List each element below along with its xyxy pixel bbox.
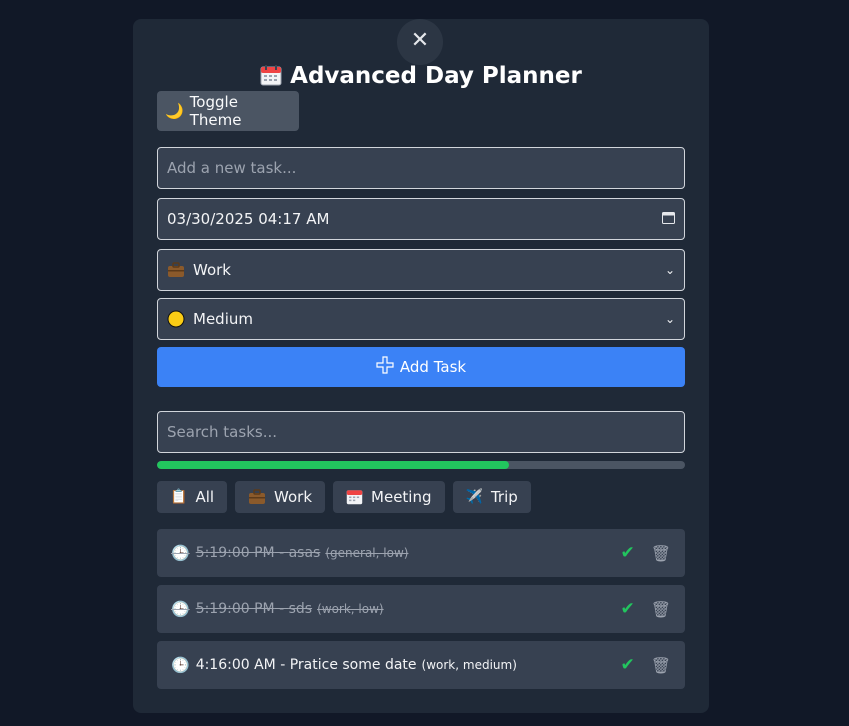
close-button[interactable]: ✕ [397, 19, 443, 65]
page-title: Advanced Day Planner [133, 63, 709, 89]
toggle-theme-button[interactable]: 🌙 Toggle Theme [157, 91, 299, 131]
task-time: 5:19:00 PM [195, 601, 275, 617]
clock-icon: 🕒 [171, 544, 190, 562]
task-input[interactable]: Add a new task... [157, 147, 685, 189]
search-input[interactable]: Search tasks... [157, 411, 685, 453]
task-title: sds [288, 601, 313, 617]
task-title: asas [288, 545, 321, 561]
task-meta: (work, low) [317, 602, 384, 616]
task-item: 🕒 5:19:00 PM - asas (general, low) ✔ 🗑 [157, 529, 685, 577]
task-time: 4:16:00 AM [195, 657, 276, 673]
priority-select[interactable]: Medium ⌄ [157, 298, 685, 340]
airplane-icon: ✈️ [465, 489, 483, 505]
progress-bar [157, 461, 685, 469]
filter-bar: 📋 All Work Meeting ✈️ Trip [157, 481, 531, 513]
chevron-down-icon: ⌄ [664, 263, 675, 277]
check-icon[interactable]: ✔ [620, 543, 634, 563]
task-text: 5:19:00 PM - sds [195, 601, 313, 617]
yellow-circle-icon [167, 310, 185, 328]
filter-label: Trip [490, 488, 518, 506]
task-text: 4:16:00 AM - Pratice some date [195, 657, 417, 673]
task-input-placeholder: Add a new task... [167, 159, 297, 177]
task-item: 🕒 5:19:00 PM - sds (work, low) ✔ 🗑 [157, 585, 685, 633]
add-task-label: Add Task [399, 358, 467, 376]
trash-icon[interactable]: 🗑 [651, 600, 671, 619]
calendar-icon [260, 65, 282, 86]
task-actions: ✔ 🗑 [620, 543, 671, 563]
filter-label: Meeting [371, 488, 432, 506]
briefcase-icon [167, 261, 185, 279]
filter-work-button[interactable]: Work [235, 481, 326, 513]
briefcase-icon [248, 488, 266, 507]
add-task-button[interactable]: Add Task [157, 347, 685, 387]
check-icon[interactable]: ✔ [620, 599, 634, 619]
clock-icon: 🕒 [171, 600, 190, 618]
trash-icon[interactable]: 🗑 [651, 656, 671, 675]
filter-label: Work [274, 488, 313, 506]
datetime-input[interactable]: 03/30/2025 04:17 AM [157, 198, 685, 240]
task-text: 5:19:00 PM - asas [195, 545, 321, 561]
filter-label: All [195, 488, 215, 506]
task-item: 🕒 4:16:00 AM - Pratice some date (work, … [157, 641, 685, 689]
filter-meeting-button[interactable]: Meeting [333, 481, 445, 513]
task-time: 5:19:00 PM [195, 545, 275, 561]
task-meta: (work, medium) [421, 658, 517, 672]
filter-trip-button[interactable]: ✈️ Trip [452, 481, 531, 513]
priority-selected: Medium [193, 310, 253, 328]
search-placeholder: Search tasks... [167, 423, 277, 441]
datetime-value: 03/30/2025 04:17 AM [167, 210, 330, 228]
toggle-theme-label: Toggle Theme [189, 93, 242, 129]
chevron-down-icon: ⌄ [664, 312, 675, 326]
filter-all-button[interactable]: 📋 All [157, 481, 228, 513]
clipboard-icon: 📋 [170, 489, 188, 505]
progress-fill [157, 461, 510, 469]
calendar-icon [346, 488, 363, 506]
app-title-text: Advanced Day Planner [290, 63, 582, 89]
trash-icon[interactable]: 🗑 [651, 544, 671, 563]
category-selected: Work [193, 261, 231, 279]
close-icon: ✕ [410, 28, 430, 53]
planner-card: Advanced Day Planner 🌙 Toggle Theme Add … [133, 19, 709, 713]
moon-icon: 🌙 [165, 102, 184, 120]
check-icon[interactable]: ✔ [620, 655, 634, 675]
calendar-picker-icon[interactable] [662, 211, 675, 228]
task-meta: (general, low) [325, 546, 409, 560]
task-title: Pratice some date [289, 657, 417, 673]
plus-icon [376, 355, 394, 379]
task-actions: ✔ 🗑 [620, 655, 671, 675]
clock-icon: 🕒 [171, 656, 190, 674]
task-actions: ✔ 🗑 [620, 599, 671, 619]
category-select[interactable]: Work ⌄ [157, 249, 685, 291]
